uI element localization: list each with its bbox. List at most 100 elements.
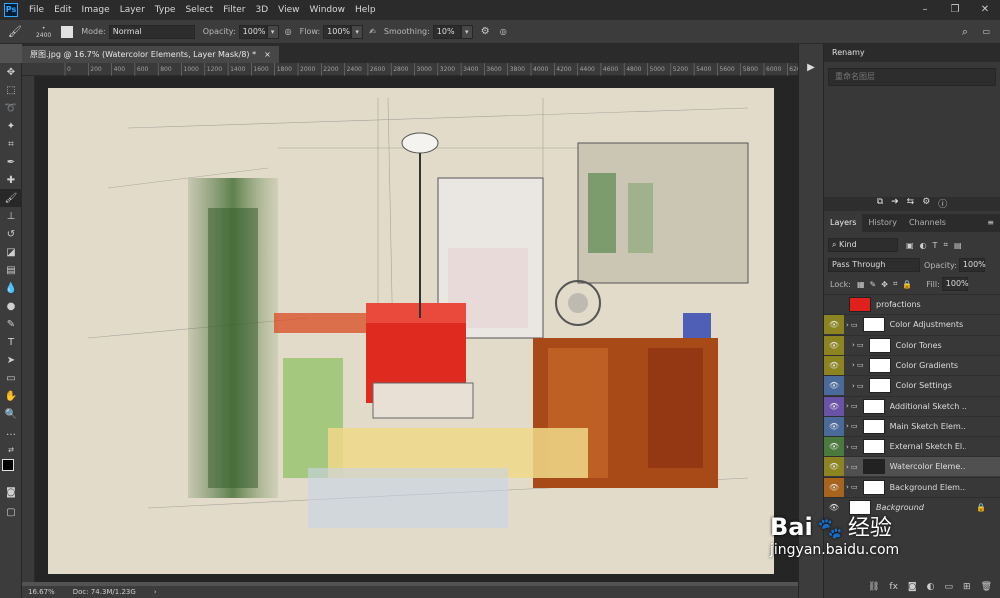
- transform-icon[interactable]: ⧉: [877, 197, 883, 211]
- quick-mask-icon[interactable]: ◙: [0, 483, 22, 501]
- renamy-panel-title[interactable]: Renamy: [824, 44, 1000, 62]
- link-layers-icon[interactable]: ⛓: [868, 582, 879, 598]
- smoothing-dropdown[interactable]: ▾: [460, 24, 473, 39]
- visibility-eye-icon[interactable]: 👁: [824, 315, 844, 335]
- screen-mode-icon[interactable]: ▢: [0, 503, 22, 521]
- visibility-eye-icon[interactable]: 👁: [824, 376, 844, 396]
- panel-menu-icon[interactable]: ≡: [987, 214, 1000, 232]
- brush-tool-icon[interactable]: 🖌: [8, 25, 22, 38]
- visibility-eye-icon[interactable]: [824, 295, 844, 314]
- layer-row[interactable]: 👁 › ▭ Color Adjustments: [824, 314, 1000, 335]
- lock-pixels-icon[interactable]: ▦: [857, 280, 865, 289]
- move-tool-icon[interactable]: ✥: [0, 63, 22, 81]
- menu-3d[interactable]: 3D: [251, 5, 274, 15]
- crop-tool-icon[interactable]: ⌗: [0, 135, 22, 153]
- close-tab-icon[interactable]: ×: [264, 46, 271, 63]
- clone-stamp-tool-icon[interactable]: ⊥: [0, 207, 22, 225]
- smoothing-field[interactable]: 10%: [432, 24, 461, 39]
- menu-help[interactable]: Help: [350, 5, 381, 15]
- lock-position-icon[interactable]: ✥: [881, 280, 888, 289]
- brush-settings-icon[interactable]: [61, 25, 74, 38]
- menu-window[interactable]: Window: [305, 5, 351, 15]
- menu-image[interactable]: Image: [77, 5, 115, 15]
- settings-icon[interactable]: ⚙: [922, 197, 930, 211]
- mode-select[interactable]: Normal: [108, 24, 195, 39]
- lasso-tool-icon[interactable]: ➰: [0, 99, 22, 117]
- lock-brush-icon[interactable]: ✎: [870, 280, 877, 289]
- artwork-canvas[interactable]: [48, 88, 774, 574]
- visibility-eye-icon[interactable]: 👁: [824, 355, 844, 375]
- rectangle-tool-icon[interactable]: ▭: [0, 369, 22, 387]
- vertical-ruler[interactable]: [22, 76, 35, 582]
- airbrush-icon[interactable]: ✍: [369, 27, 376, 36]
- pressure-opacity-icon[interactable]: ◎: [285, 27, 292, 36]
- tab-history[interactable]: History: [862, 214, 902, 232]
- workspace-icon[interactable]: ▭: [982, 27, 990, 36]
- document-tab[interactable]: 原图.jpg @ 16.7% (Watercolor Elements, Lay…: [22, 46, 279, 63]
- brush-preset-picker[interactable]: • 2400: [36, 25, 51, 39]
- hand-tool-icon[interactable]: ✋: [0, 387, 22, 405]
- layer-row[interactable]: 👁 › ▭ Color Tones: [824, 334, 1000, 355]
- pen-tool-icon[interactable]: ✎: [0, 315, 22, 333]
- new-layer-icon[interactable]: ⊞: [963, 582, 971, 598]
- layer-row[interactable]: 👁 › ▭ Color Settings: [824, 375, 1000, 396]
- blend-mode-select[interactable]: Pass Through: [828, 258, 920, 272]
- add-mask-icon[interactable]: ◙: [908, 582, 917, 598]
- menu-edit[interactable]: Edit: [49, 5, 76, 15]
- layer-row[interactable]: 👁 › ▭ Additional Sketch ...: [824, 395, 1000, 416]
- lock-artboard-icon[interactable]: ⌗: [893, 279, 898, 289]
- layer-row[interactable]: profactions: [824, 294, 1000, 314]
- eraser-tool-icon[interactable]: ◪: [0, 243, 22, 261]
- layer-row[interactable]: 👁 › ▭ Color Gradients: [824, 354, 1000, 375]
- dodge-tool-icon[interactable]: ●: [0, 297, 22, 315]
- menu-filter[interactable]: Filter: [218, 5, 250, 15]
- menu-view[interactable]: View: [273, 5, 304, 15]
- healing-brush-tool-icon[interactable]: ✚: [0, 171, 22, 189]
- menu-type[interactable]: Type: [150, 5, 181, 15]
- brush-tool-icon[interactable]: 🖌: [0, 189, 22, 207]
- new-group-icon[interactable]: ▭: [945, 582, 954, 598]
- layer-row[interactable]: 👁 › ▭ Main Sketch Elem...: [824, 415, 1000, 436]
- flow-field[interactable]: 100%: [323, 24, 352, 39]
- delete-layer-icon[interactable]: 🗑: [981, 582, 992, 598]
- layer-row[interactable]: 👁 › ▭ Watercolor Eleme...: [824, 456, 1000, 477]
- type-tool-icon[interactable]: T: [0, 333, 22, 351]
- zoom-level[interactable]: 16.67%: [28, 588, 55, 596]
- filter-smart-icon[interactable]: ▤: [954, 241, 962, 250]
- eyedropper-tool-icon[interactable]: ✒: [0, 153, 22, 171]
- gradient-tool-icon[interactable]: ▤: [0, 261, 22, 279]
- arrow-right-icon[interactable]: ➜: [891, 197, 899, 211]
- filter-pixel-icon[interactable]: ▣: [906, 241, 914, 250]
- magic-wand-tool-icon[interactable]: ✦: [0, 117, 22, 135]
- sync-icon[interactable]: ⇆: [907, 197, 915, 211]
- gear-icon[interactable]: ⚙: [481, 26, 490, 37]
- menu-select[interactable]: Select: [180, 5, 218, 15]
- tab-channels[interactable]: Channels: [903, 214, 952, 232]
- search-icon[interactable]: ⌕: [962, 25, 968, 39]
- lock-all-icon[interactable]: 🔒: [902, 280, 912, 289]
- visibility-eye-icon[interactable]: 👁: [824, 437, 844, 457]
- visibility-eye-icon[interactable]: 👁: [824, 457, 844, 477]
- menu-layer[interactable]: Layer: [115, 5, 150, 15]
- maximize-icon[interactable]: ❐: [940, 0, 970, 20]
- layer-opacity-field[interactable]: 100%: [958, 258, 986, 272]
- menu-file[interactable]: File: [24, 5, 49, 15]
- fill-field[interactable]: 100%: [941, 277, 969, 291]
- minimize-icon[interactable]: –: [910, 0, 940, 20]
- fx-icon[interactable]: fx: [889, 582, 898, 598]
- renamy-input[interactable]: 重命名图层: [828, 68, 996, 86]
- pressure-size-icon[interactable]: ◎: [500, 27, 507, 36]
- close-icon[interactable]: ✕: [970, 0, 1000, 20]
- filter-adjustment-icon[interactable]: ◐: [920, 241, 927, 250]
- layer-row[interactable]: 👁 › ▭ External Sketch El...: [824, 436, 1000, 457]
- foreground-color-swatch[interactable]: [2, 459, 14, 471]
- swap-colors-icon[interactable]: ⇄: [0, 441, 22, 459]
- history-brush-tool-icon[interactable]: ↺: [0, 225, 22, 243]
- flow-dropdown[interactable]: ▾: [351, 24, 364, 39]
- horizontal-ruler[interactable]: 0 200 400 600 800 1000 1200 1400 1600 1800 2000 220…: [22, 63, 805, 76]
- visibility-eye-icon[interactable]: 👁: [824, 416, 844, 436]
- marquee-tool-icon[interactable]: ⬚: [0, 81, 22, 99]
- status-menu-icon[interactable]: ›: [154, 588, 157, 596]
- adjustment-layer-icon[interactable]: ◐: [927, 582, 935, 598]
- layer-row[interactable]: 👁 › ▭ Background Elem...: [824, 476, 1000, 497]
